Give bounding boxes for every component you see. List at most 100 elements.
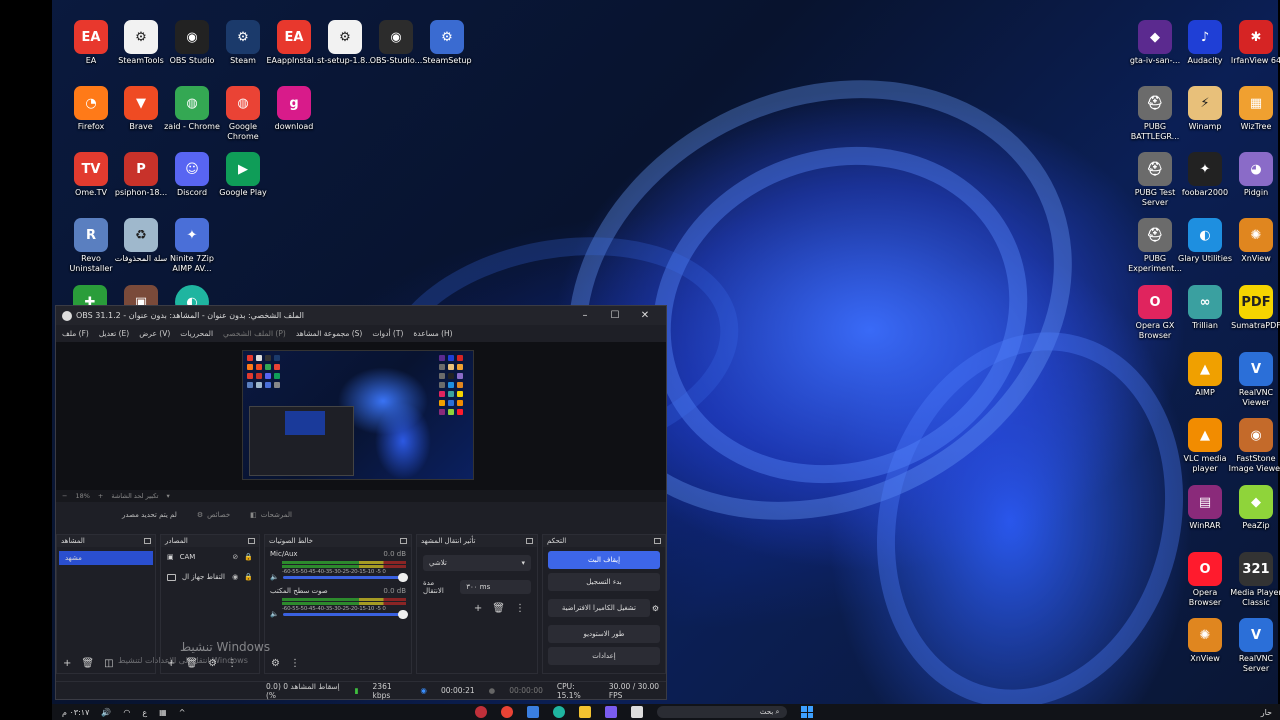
desktop-icon[interactable]: O Opera Browser xyxy=(1177,552,1233,608)
start-recording-button[interactable]: بدء التسجيل xyxy=(548,573,660,591)
trash-icon[interactable]: 🗑 xyxy=(81,658,94,669)
desktop-icon[interactable]: EA EAappInstal... xyxy=(266,20,322,66)
lock-icon[interactable]: 🔒 xyxy=(244,553,253,561)
undock-icon[interactable] xyxy=(526,538,533,544)
scene-filter-icon[interactable]: ◫ xyxy=(104,658,113,669)
preview-canvas[interactable] xyxy=(56,342,666,490)
desktop-icon[interactable]: O Opera GX Browser xyxy=(1127,285,1183,341)
desktop-icon[interactable]: ◆ PeaZip xyxy=(1228,485,1280,531)
desktop-icon[interactable]: g download xyxy=(266,86,322,132)
obs-titlebar[interactable]: OBS 31.1.2 - الملف الشخصي: بدون عنوان - … xyxy=(56,306,666,325)
scene-item[interactable]: مشهد xyxy=(59,551,153,565)
desktop-icon[interactable]: ▤ WinRAR xyxy=(1177,485,1233,531)
volume-slider[interactable] xyxy=(282,572,408,582)
chevron-up-icon[interactable]: ^ xyxy=(179,708,186,717)
desktop-icon[interactable]: ▲ AIMP xyxy=(1177,352,1233,398)
desktop-icon[interactable]: ◉ FastStone Image Viewer xyxy=(1228,418,1280,474)
more-icon[interactable]: ⋮ xyxy=(515,603,525,614)
speaker-icon[interactable]: 🔈 xyxy=(270,573,279,581)
desktop-icon[interactable]: ⚡ Winamp xyxy=(1177,86,1233,132)
chrome-taskbar-icon[interactable] xyxy=(501,706,514,718)
desktop-icon[interactable]: ◐ Glary Utilities xyxy=(1177,218,1233,264)
settings-button[interactable]: إعدادات xyxy=(548,647,660,665)
desktop-icon[interactable]: ◔ Firefox xyxy=(63,86,119,132)
app-taskbar-icon[interactable] xyxy=(631,706,644,718)
desktop-icon[interactable]: V RealVNC Server xyxy=(1228,618,1280,674)
desktop-icon[interactable]: ⚙ SteamTools xyxy=(113,20,169,66)
virtual-camera-button[interactable]: تشغيل الكاميرا الافتراضية xyxy=(548,599,650,617)
source-item-cam[interactable]: ▣ CAM ⊘ 🔒 xyxy=(161,547,259,567)
more-icon[interactable]: ⋮ xyxy=(290,658,300,669)
undock-icon[interactable] xyxy=(400,538,407,544)
zoom-in-button[interactable]: + xyxy=(98,492,103,500)
desktop-icon[interactable]: ◍ Google Chrome xyxy=(215,86,271,142)
volume-slider[interactable] xyxy=(282,609,408,619)
keyboard-icon[interactable]: ▦ xyxy=(159,708,167,717)
desktop-icon[interactable]: ♻ سلة المحذوفات xyxy=(113,218,169,264)
desktop-icon[interactable]: TV Ome.TV xyxy=(63,152,119,198)
eye-hidden-icon[interactable]: ⊘ xyxy=(232,553,238,561)
desktop-icon[interactable]: ▦ WizTree xyxy=(1228,86,1280,132)
desktop-icon[interactable]: ✱ IrfanView 64 xyxy=(1228,20,1280,66)
zoom-out-button[interactable]: − xyxy=(62,492,67,500)
add-icon[interactable]: + xyxy=(63,658,71,669)
lock-icon[interactable]: 🔒 xyxy=(244,573,253,581)
desktop-icon[interactable]: ⛑ PUBG Test Server xyxy=(1127,152,1183,208)
start-button[interactable] xyxy=(801,706,814,718)
slider-knob[interactable] xyxy=(398,572,408,582)
eye-icon[interactable]: ◉ xyxy=(232,573,238,581)
desktop-icon[interactable]: 321 Media Player Classic xyxy=(1228,552,1280,608)
desktop-icon[interactable]: ⛑ PUBG BATTLEGR... xyxy=(1127,86,1183,142)
desktop-icon[interactable]: ⚙ st-setup-1.8... xyxy=(317,20,373,66)
desktop-icon[interactable]: ♪ Audacity xyxy=(1177,20,1233,66)
menu-edit[interactable]: تعديل (E) xyxy=(99,329,129,338)
desktop-icon[interactable]: ▼ Brave xyxy=(113,86,169,132)
desktop-icon[interactable]: ✦ Ninite 7Zip AIMP AV... xyxy=(164,218,220,274)
app-taskbar-icon[interactable] xyxy=(605,706,618,718)
language-indicator[interactable]: ع xyxy=(142,708,147,717)
gear-icon[interactable]: ⚙ xyxy=(652,604,659,613)
obs-taskbar-icon[interactable] xyxy=(475,706,488,718)
menu-docks[interactable]: المحرريات xyxy=(180,329,213,338)
gear-icon[interactable]: ⚙ xyxy=(271,658,280,669)
source-item-display[interactable]: التقاط جهاز ال ◉ 🔒 xyxy=(161,567,259,587)
desktop-icon[interactable]: ✺ XnView xyxy=(1228,218,1280,264)
filters-button[interactable]: ◧ المرشحات xyxy=(240,511,302,519)
weather-widget[interactable]: حار xyxy=(1261,708,1280,717)
menu-profile[interactable]: الملف الشخصي (P) xyxy=(223,329,286,338)
desktop-icon[interactable]: PDF SumatraPDF xyxy=(1228,285,1280,331)
speaker-icon[interactable]: 🔈 xyxy=(270,610,279,618)
slider-knob[interactable] xyxy=(398,609,408,619)
speaker-icon[interactable]: 🔊 xyxy=(101,708,111,717)
wifi-icon[interactable]: ◠ xyxy=(123,708,130,717)
desktop-icon[interactable]: Ppsiphon-18... xyxy=(113,152,169,198)
studio-mode-button[interactable]: طور الاستوديو xyxy=(548,625,660,643)
file-explorer-icon[interactable] xyxy=(579,706,592,718)
add-icon[interactable]: + xyxy=(474,603,482,614)
desktop-icon[interactable]: ✦ foobar2000 xyxy=(1177,152,1233,198)
desktop-icon[interactable]: ⚙ Steam xyxy=(215,20,271,66)
stop-streaming-button[interactable]: إيقاف البث xyxy=(548,551,660,569)
desktop-icon[interactable]: ◕ Pidgin xyxy=(1228,152,1280,198)
menu-file[interactable]: ملف (F) xyxy=(62,329,89,338)
desktop-icon[interactable]: ▲ VLC media player xyxy=(1177,418,1233,474)
zoom-hint[interactable]: تكبير لحد الشاشة xyxy=(111,492,158,500)
close-button[interactable]: ✕ xyxy=(630,310,660,321)
duration-field[interactable]: ٣٠٠ ms xyxy=(460,580,531,594)
desktop-icon[interactable]: ◉ OBS-Studio... xyxy=(368,20,424,66)
desktop-icon[interactable]: ◍ zaid - Chrome xyxy=(164,86,220,132)
maximize-button[interactable]: ☐ xyxy=(600,310,630,321)
desktop-icon[interactable]: EA EA xyxy=(63,20,119,66)
desktop-icon[interactable]: ☺ Discord xyxy=(164,152,220,198)
transition-select[interactable]: تلاشي ▾ xyxy=(423,555,531,571)
trash-icon[interactable]: 🗑 xyxy=(492,603,505,614)
desktop-icon[interactable]: ◆ gta-iv-san-... xyxy=(1127,20,1183,66)
desktop-icon[interactable]: ⚙ SteamSetup xyxy=(419,20,475,66)
properties-button[interactable]: ⚙ خصائص xyxy=(187,511,240,519)
desktop-icon[interactable]: ◉ OBS Studio xyxy=(164,20,220,66)
zoom-dropdown-icon[interactable]: ▾ xyxy=(166,492,169,500)
undock-icon[interactable] xyxy=(248,538,255,544)
menu-view[interactable]: عرض (V) xyxy=(139,329,170,338)
menu-tools[interactable]: أدوات (T) xyxy=(372,329,403,338)
desktop-icon[interactable]: ∞ Trillian xyxy=(1177,285,1233,331)
